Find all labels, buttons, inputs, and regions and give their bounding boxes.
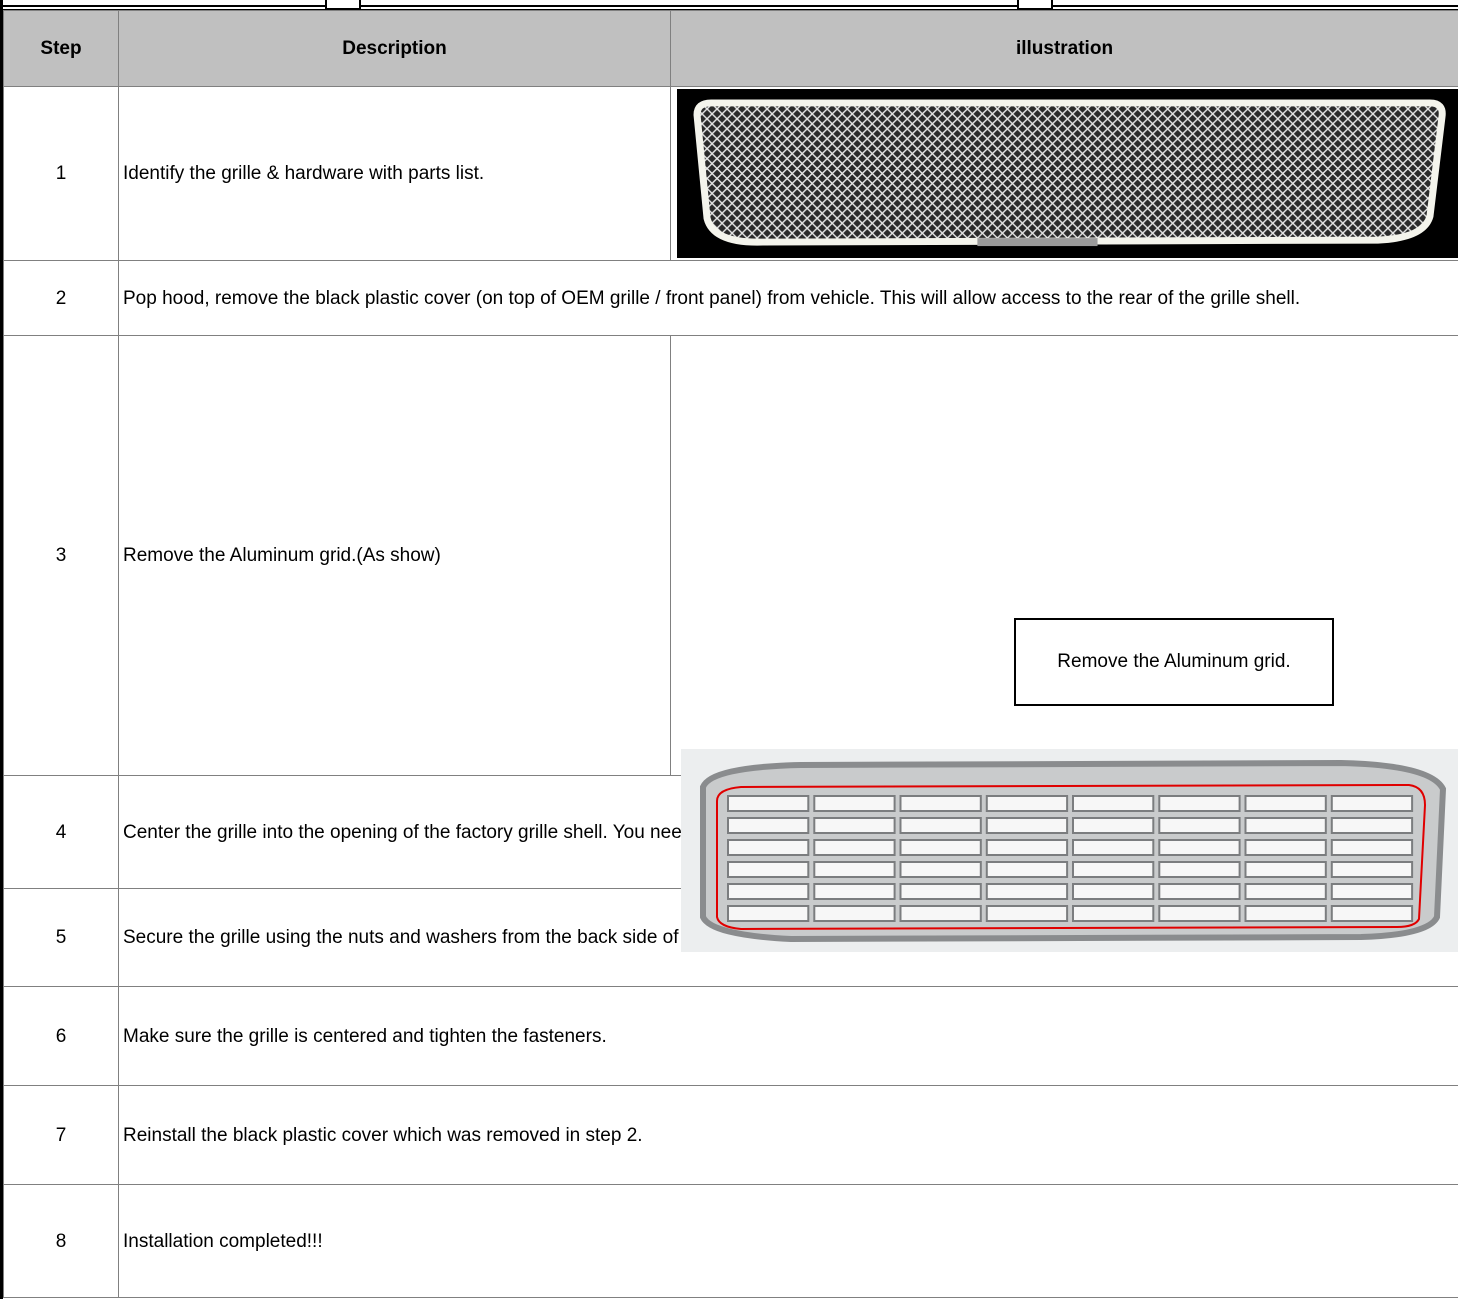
step-number: 1: [3, 86, 119, 261]
grille-slat: [1244, 838, 1327, 856]
step-number: 5: [3, 888, 119, 987]
header-step: Step: [3, 10, 119, 87]
grille-slat: [727, 882, 810, 900]
step-number: 8: [3, 1184, 119, 1298]
grille-slat: [985, 816, 1069, 834]
grille-slat: [1158, 904, 1241, 922]
grille-slat: [985, 860, 1069, 878]
mesh-grille-photo: [677, 89, 1458, 258]
grille-slat: [1072, 860, 1155, 878]
grille-slat: [985, 904, 1069, 922]
grille-slat: [1072, 882, 1155, 900]
grille-slat: [1072, 838, 1155, 856]
grille-slat: [727, 860, 810, 878]
grille-slat: [1158, 860, 1241, 878]
grille-slat: [899, 816, 982, 834]
table-row: 8 Installation completed!!!: [3, 1184, 1458, 1298]
grille-slat: [1072, 816, 1155, 834]
grille-slat: [1330, 816, 1414, 834]
step-description: Make sure the grille is centered and tig…: [118, 986, 1458, 1086]
grille-slat: [1330, 860, 1414, 878]
grille-slat: [727, 838, 810, 856]
grille-slat: [899, 904, 982, 922]
step-description: Installation completed!!!: [118, 1184, 1458, 1298]
grille-slat: [1330, 882, 1414, 900]
step-number: 4: [3, 775, 119, 889]
grille-slat: [899, 794, 982, 812]
grille-slat: [1244, 816, 1327, 834]
step-description: Pop hood, remove the black plastic cover…: [118, 260, 1458, 336]
grille-slat: [1330, 904, 1414, 922]
header-illustration: illustration: [670, 10, 1458, 87]
grille-slat: [1330, 838, 1414, 856]
grille-slat: [1244, 860, 1327, 878]
step-number: 6: [3, 986, 119, 1086]
table-row: 6 Make sure the grille is centered and t…: [3, 986, 1458, 1086]
callout-label: Remove the Aluminum grid.: [1014, 617, 1334, 706]
grille-slat: [727, 816, 810, 834]
step-description: Reinstall the black plastic cover which …: [118, 1085, 1458, 1185]
instruction-sheet: Step Description illustration 1 Identify…: [0, 0, 1458, 1299]
step-number: 2: [3, 260, 119, 336]
grille-slat: [727, 904, 810, 922]
chrome-grille-icon: [681, 748, 1458, 952]
grille-slat: [1158, 794, 1241, 812]
grille-slat: [1244, 794, 1327, 812]
grille-slat: [1244, 882, 1327, 900]
grille-slat: [899, 860, 982, 878]
grille-slat: [1072, 904, 1155, 922]
grille-slat: [1244, 904, 1327, 922]
grille-slat: [1330, 794, 1414, 812]
step-number: 3: [3, 335, 119, 776]
illustration-cell: Remove the Aluminum grid.: [670, 335, 1458, 952]
step-description: Identify the grille & hardware with part…: [118, 86, 671, 261]
header-row: Step Description illustration: [3, 10, 1458, 87]
grille-slat: [727, 794, 810, 812]
grille-slat: [1072, 794, 1155, 812]
grille-slat: [813, 882, 896, 900]
grille-slat: [813, 794, 896, 812]
chrome-grille-photo: [681, 748, 1458, 952]
step-number: 7: [3, 1085, 119, 1185]
grille-slat: [985, 794, 1069, 812]
illustration-cell: [670, 86, 1458, 261]
step-description: Remove the Aluminum grid.(As show): [118, 335, 671, 776]
grille-slat: [813, 860, 896, 878]
grille-slat: [985, 882, 1069, 900]
checkbox-fragment: [325, 0, 361, 10]
grille-slat: [813, 838, 896, 856]
grille-slat: [985, 838, 1069, 856]
grille-slat: [813, 816, 896, 834]
top-border: [3, 0, 1458, 10]
steps-table: Step Description illustration 1 Identify…: [3, 10, 1458, 1298]
grille-slat: [1158, 816, 1241, 834]
table-row: 3 Remove the Aluminum grid.(As show) Rem…: [3, 335, 1458, 952]
table-row: 1 Identify the grille & hardware with pa…: [3, 86, 1458, 261]
table-row: 2 Pop hood, remove the black plastic cov…: [3, 260, 1458, 336]
header-description: Description: [118, 10, 671, 87]
mesh-grille-icon: [677, 89, 1458, 258]
grille-slat: [813, 904, 896, 922]
grille-slat: [1158, 882, 1241, 900]
grille-slat: [1158, 838, 1241, 856]
grille-slat: [899, 838, 982, 856]
table-row: 7 Reinstall the black plastic cover whic…: [3, 1085, 1458, 1185]
checkbox-fragment: [1017, 0, 1053, 10]
grille-slat: [899, 882, 982, 900]
